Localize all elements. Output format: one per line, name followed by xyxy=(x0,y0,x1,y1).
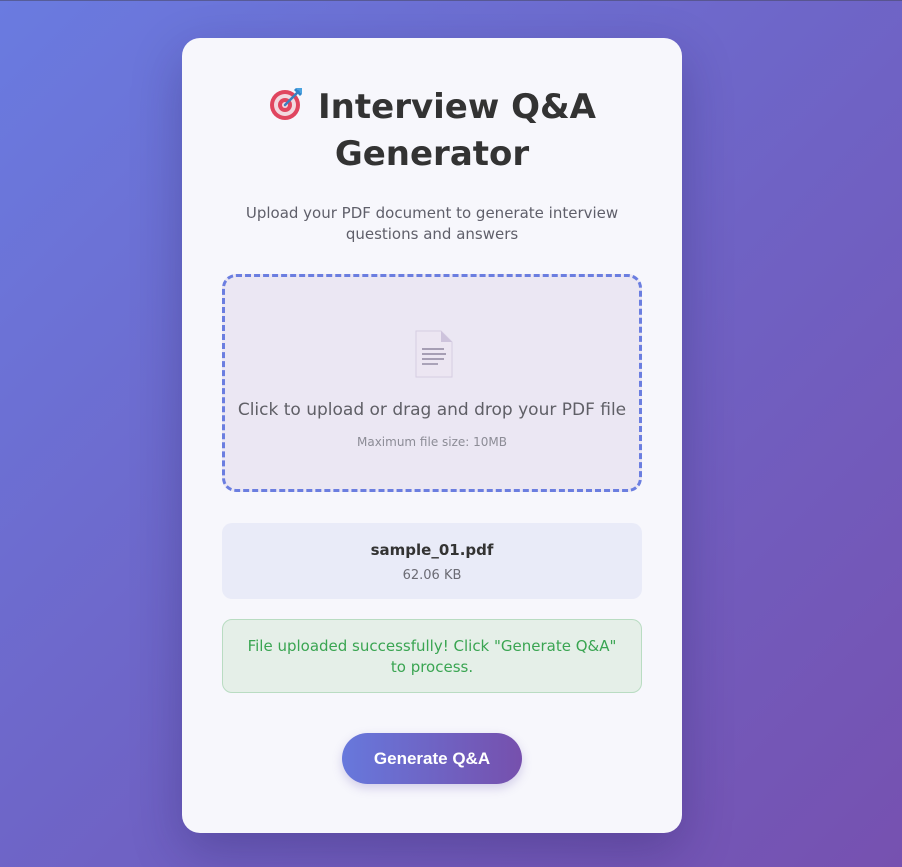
document-icon xyxy=(415,330,453,378)
main-card: Interview Q&A Generator Upload your PDF … xyxy=(182,38,682,833)
upload-prompt: Click to upload or drag and drop your PD… xyxy=(237,400,627,420)
page-title: Interview Q&A Generator xyxy=(182,84,682,178)
generate-qa-button[interactable]: Generate Q&A xyxy=(342,733,522,784)
file-size: 62.06 KB xyxy=(402,568,462,583)
file-name: sample_01.pdf xyxy=(370,541,494,559)
file-upload-dropzone[interactable]: Click to upload or drag and drop your PD… xyxy=(222,274,642,492)
target-icon xyxy=(270,88,303,120)
upload-size-hint: Maximum file size: 10MB xyxy=(356,435,507,449)
subtitle: Upload your PDF document to generate int… xyxy=(245,204,619,243)
title-text: Interview Q&A Generator xyxy=(318,87,596,174)
upload-success-message: File uploaded successfully! Click "Gener… xyxy=(222,619,642,693)
selected-file-info: sample_01.pdf 62.06 KB xyxy=(222,523,642,599)
window-top-border xyxy=(0,0,902,1)
